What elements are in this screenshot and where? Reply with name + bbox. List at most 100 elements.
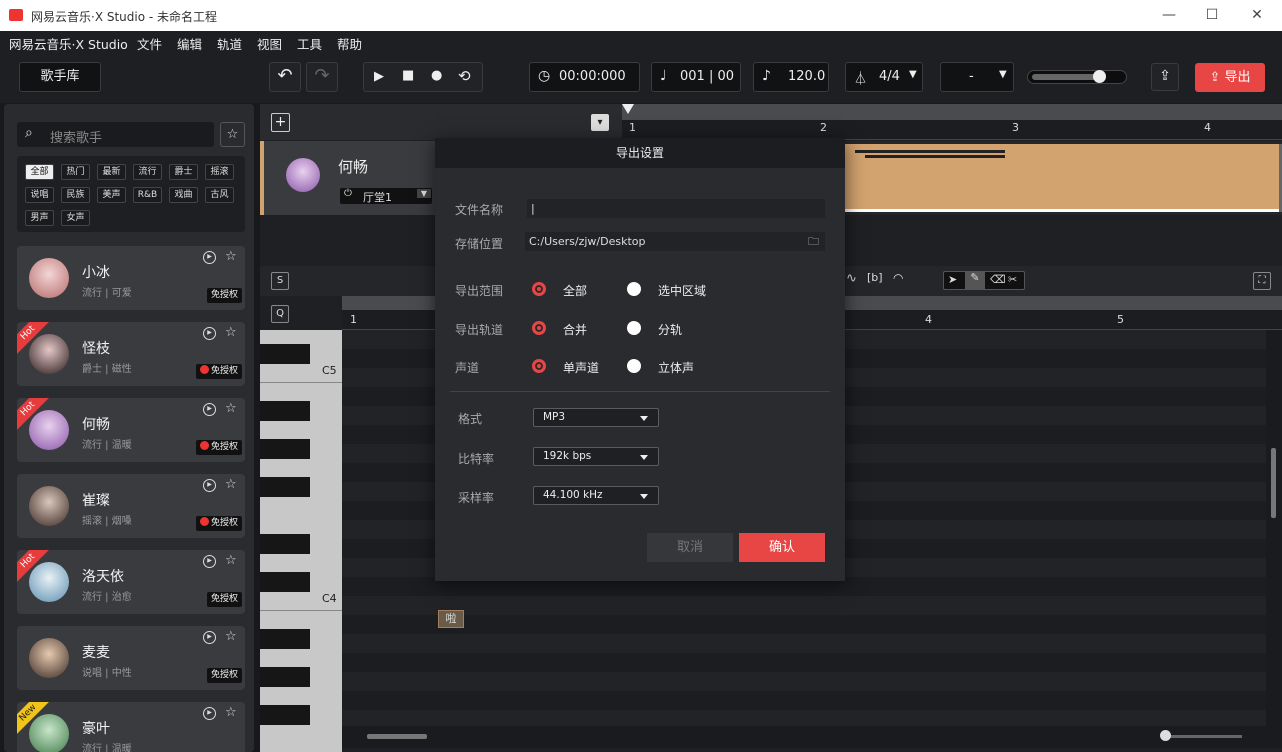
tag-rnb[interactable]: R&B [133,187,162,203]
singer-card[interactable]: New 豪叶 流行 | 温暖 ▶ ☆ [17,702,245,752]
close-icon[interactable]: ✕ [1245,4,1269,26]
time-signature-select[interactable]: ⏃ 4/4 ▼ [845,62,923,92]
singer-card[interactable]: Hot 洛天依 流行 | 治愈 ▶ ☆ 免授权 [17,550,245,614]
zoom-slider[interactable] [1162,735,1242,738]
timeline-ruler[interactable]: 1 2 3 4 [622,120,1282,140]
favorite-star-icon[interactable]: ☆ [225,629,237,644]
singer-card[interactable]: 小冰 流行 | 可爱 ▶ ☆ 免授权 [17,246,245,310]
note-block[interactable]: 啦 [438,610,464,628]
channel-mono-radio[interactable] [532,359,546,373]
pencil-tool-icon[interactable]: ✎ [965,271,985,290]
piano-key-black[interactable] [260,344,310,364]
tag-rap[interactable]: 说唱 [25,187,54,203]
piano-key-black[interactable] [260,572,310,592]
favorite-star-icon[interactable]: ☆ [220,122,245,147]
eraser-tool-icon[interactable]: ⌫ [990,273,1006,286]
piano-key-black[interactable] [260,667,310,687]
minimize-icon[interactable]: — [1157,4,1181,26]
play-preview-icon[interactable]: ▶ [203,327,216,340]
tag-opera[interactable]: 戏曲 [169,187,198,203]
piano-key-black[interactable] [260,439,310,459]
loop-icon[interactable]: ⟲ [458,67,471,85]
tag-all[interactable]: 全部 [25,164,54,180]
vertical-scrollbar[interactable] [1266,330,1282,726]
file-name-input[interactable]: | [527,199,825,218]
tag-male[interactable]: 男声 [25,210,54,226]
favorite-star-icon[interactable]: ☆ [225,249,237,264]
redo-icon[interactable]: ↷ [306,62,338,92]
piano-key-black[interactable] [260,534,310,554]
tag-ancient[interactable]: 古风 [205,187,234,203]
favorite-star-icon[interactable]: ☆ [225,325,237,340]
location-input[interactable]: C:/Users/zjw/Desktop 🗀 [525,232,825,251]
add-track-icon[interactable]: + [271,113,290,132]
track-merge-radio[interactable] [532,321,546,335]
favorite-star-icon[interactable]: ☆ [225,553,237,568]
playhead-icon[interactable] [622,104,634,114]
zoom-handle[interactable] [1160,730,1171,741]
horizontal-scrollbar[interactable] [342,726,1282,748]
menu-view[interactable]: 视图 [257,34,282,53]
tag-rock[interactable]: 摇滚 [205,164,234,180]
scroll-thumb[interactable] [367,734,427,739]
singer-card[interactable]: Hot 怪枝 爵士 | 磁性 ▶ ☆ 免授权 [17,322,245,386]
scroll-thumb[interactable] [1271,448,1276,518]
timeline-scroll-bar[interactable] [622,104,1282,120]
channel-stereo-radio[interactable] [627,359,641,373]
tag-bel-canto[interactable]: 美声 [97,187,126,203]
play-preview-icon[interactable]: ▶ [203,631,216,644]
singer-card[interactable]: Hot 何畅 流行 | 温暖 ▶ ☆ 免授权 [17,398,245,462]
search-box[interactable]: ⌕ 搜索歌手 [17,122,214,147]
volume-slider[interactable] [1027,70,1127,84]
solo-button[interactable]: S [271,272,289,290]
tag-folk[interactable]: 民族 [61,187,90,203]
room-select[interactable]: ⏻ 厅堂1 ▼ [340,188,432,204]
menu-tools[interactable]: 工具 [297,34,322,53]
favorite-star-icon[interactable]: ☆ [225,477,237,492]
tag-jazz[interactable]: 爵士 [169,164,198,180]
format-select[interactable]: MP3 [533,408,659,427]
select-tool-icon[interactable]: ➤ [948,273,957,286]
piano-key-black[interactable] [260,705,310,725]
cancel-button[interactable]: 取消 [647,533,733,562]
range-all-radio[interactable] [532,282,546,296]
menu-app[interactable]: 网易云音乐·X Studio [9,34,128,53]
piano-keyboard[interactable]: C5 C4 [260,330,342,752]
marker-icon[interactable]: ▾ [591,114,609,131]
samplerate-select[interactable]: 44.100 kHz [533,486,659,505]
import-icon[interactable]: ⇪ [1151,63,1179,91]
stop-icon[interactable]: ■ [402,68,414,83]
menu-file[interactable]: 文件 [137,34,162,53]
piano-key-black[interactable] [260,401,310,421]
range-selection-radio[interactable] [627,282,641,296]
search-placeholder[interactable]: 搜索歌手 [50,127,102,146]
pitch-curve-icon[interactable]: ∿ [846,271,857,286]
menu-help[interactable]: 帮助 [337,34,362,53]
breath-button[interactable]: [b] [867,271,883,284]
play-preview-icon[interactable]: ▶ [203,555,216,568]
record-icon[interactable]: ● [431,68,442,83]
track-header[interactable]: 何畅 ⏻ 厅堂1 ▼ [260,141,436,215]
undo-icon[interactable]: ↶ [269,62,301,92]
export-button[interactable]: ⇪ 导出 [1195,63,1265,92]
quantize-button[interactable]: Q [271,305,289,323]
tag-female[interactable]: 女声 [61,210,90,226]
favorite-star-icon[interactable]: ☆ [225,401,237,416]
piano-key-black[interactable] [260,477,310,497]
bitrate-select[interactable]: 192k bps [533,447,659,466]
fullscreen-icon[interactable]: ⛶ [1253,272,1271,290]
folder-icon[interactable]: 🗀 [808,232,819,251]
tag-new[interactable]: 最新 [97,164,126,180]
tempo-display[interactable]: ♪ 120.0 [753,62,829,92]
maximize-icon[interactable]: ☐ [1200,4,1224,26]
vibrato-icon[interactable]: ◠ [893,271,903,285]
audio-clip[interactable] [845,144,1279,212]
track-split-radio[interactable] [627,321,641,335]
play-preview-icon[interactable]: ▶ [203,251,216,264]
singer-library-button[interactable]: 歌手库 [19,62,101,92]
favorite-star-icon[interactable]: ☆ [225,705,237,720]
singer-card[interactable]: 麦麦 说唱 | 中性 ▶ ☆ 免授权 [17,626,245,690]
tag-hot[interactable]: 热门 [61,164,90,180]
singer-card[interactable]: 崔璨 摇滚 | 烟嗓 ▶ ☆ 免授权 [17,474,245,538]
menu-edit[interactable]: 编辑 [177,34,202,53]
